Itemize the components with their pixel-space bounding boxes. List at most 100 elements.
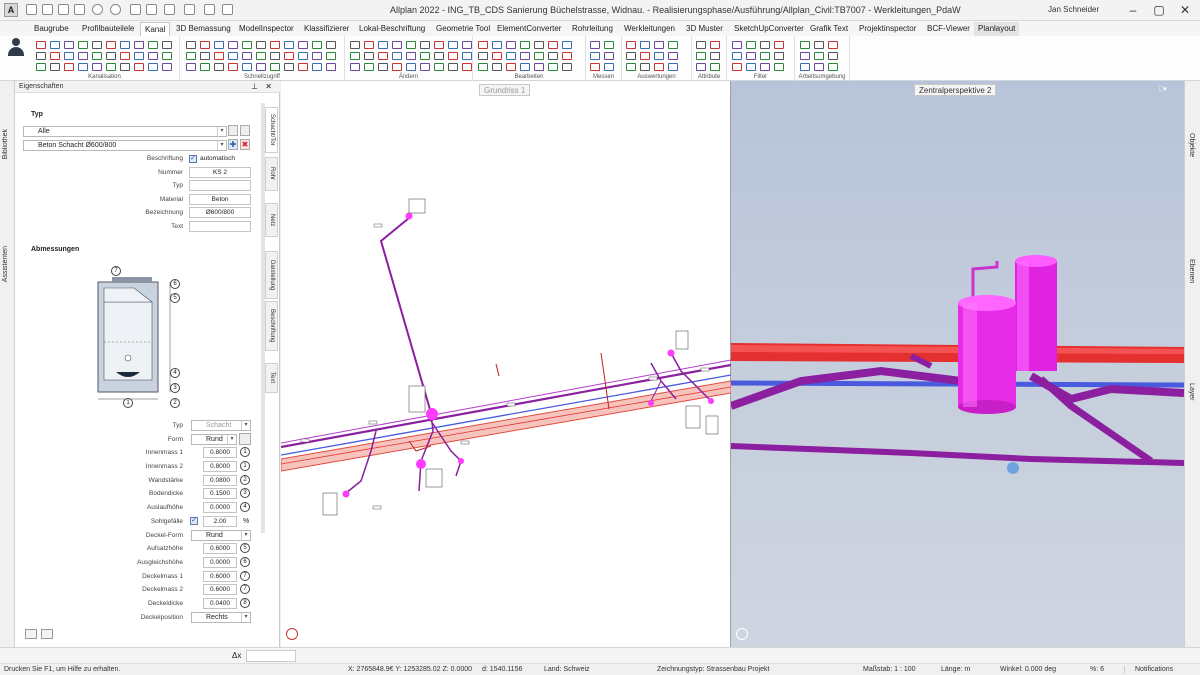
ribbon-tool-icon[interactable] xyxy=(520,41,530,49)
ribbon-tool-icon[interactable] xyxy=(548,52,558,60)
ribbon-tool-icon[interactable] xyxy=(392,63,402,71)
ribbon-tool-icon[interactable] xyxy=(696,63,706,71)
open-file-icon[interactable] xyxy=(42,4,53,15)
ribbon-tool-icon[interactable] xyxy=(654,63,664,71)
ribbon-tool-icon[interactable] xyxy=(760,41,770,49)
tab-sketchupconverter[interactable]: SketchUpConverter xyxy=(730,22,808,36)
favorites-open-icon[interactable] xyxy=(25,629,37,639)
ribbon-tool-icon[interactable] xyxy=(774,52,784,60)
viewport-grundriss[interactable]: Grundriss 1 xyxy=(281,81,731,647)
objects-tab[interactable]: Objekte xyxy=(1188,133,1195,157)
viewport-zentralperspektive[interactable]: Zentralperspektive 2 □▾ xyxy=(731,81,1184,647)
tab-lokal-beschriftung[interactable]: Lokal-Beschriftung xyxy=(355,22,429,36)
ribbon-tool-icon[interactable] xyxy=(696,52,706,60)
library-tab[interactable]: Bibliothek xyxy=(2,129,9,159)
ribbon-tool-icon[interactable] xyxy=(378,41,388,49)
beschriftung-checkbox[interactable]: ✓ xyxy=(189,155,197,163)
ribbon-tool-icon[interactable] xyxy=(710,63,720,71)
sohlgefaelle-checkbox[interactable]: ✓ xyxy=(190,517,198,525)
new-file-icon[interactable] xyxy=(26,4,37,15)
ribbon-tool-icon[interactable] xyxy=(350,63,360,71)
ribbon-tool-icon[interactable] xyxy=(36,63,46,71)
ribbon-tool-icon[interactable] xyxy=(256,63,266,71)
ribbon-tool-icon[interactable] xyxy=(814,52,824,60)
save-icon[interactable] xyxy=(58,4,69,15)
delete-type-icon[interactable]: ✖ xyxy=(240,139,250,150)
ribbon-tool-icon[interactable] xyxy=(534,52,544,60)
ribbon-tool-icon[interactable] xyxy=(134,52,144,60)
ribbon-tool-icon[interactable] xyxy=(120,52,130,60)
ribbon-tool-icon[interactable] xyxy=(800,41,810,49)
ribbon-tool-icon[interactable] xyxy=(534,41,544,49)
status-percent[interactable]: %: 6 xyxy=(1090,666,1104,673)
sohlgefaelle-field[interactable]: 2.00 xyxy=(203,516,237,527)
paste-icon[interactable] xyxy=(146,4,157,15)
ribbon-tool-icon[interactable] xyxy=(492,52,502,60)
ribbon-tool-icon[interactable] xyxy=(626,52,636,60)
favorite-save-icon[interactable] xyxy=(240,125,250,136)
ribbon-tool-icon[interactable] xyxy=(478,41,488,49)
user-name[interactable]: Jan Schneider xyxy=(1048,5,1099,14)
ribbon-tool-icon[interactable] xyxy=(774,41,784,49)
ribbon-tool-icon[interactable] xyxy=(828,63,838,71)
ribbon-tool-icon[interactable] xyxy=(462,52,472,60)
redo-icon[interactable] xyxy=(110,4,121,15)
layer-tab[interactable]: Layer xyxy=(1188,383,1195,401)
ribbon-tool-icon[interactable] xyxy=(626,41,636,49)
ribbon-tool-icon[interactable] xyxy=(462,63,472,71)
ribbon-tool-icon[interactable] xyxy=(284,41,294,49)
side-tab-netz[interactable]: Netz xyxy=(265,203,278,237)
status-winkel[interactable]: Winkel: 0.000 deg xyxy=(1000,666,1056,673)
deckelmass-2-field[interactable]: 0.6000 xyxy=(203,584,237,595)
innenmass-2-field[interactable]: 0.8000 xyxy=(203,461,237,472)
ribbon-tool-icon[interactable] xyxy=(420,63,430,71)
tools-icon[interactable] xyxy=(204,4,215,15)
ribbon-tool-icon[interactable] xyxy=(668,41,678,49)
tab-baugrube[interactable]: Baugrube xyxy=(30,22,73,36)
innenmass-1-field[interactable]: 0.8000 xyxy=(203,447,237,458)
ribbon-tool-icon[interactable] xyxy=(200,52,210,60)
side-tab-text[interactable]: Text xyxy=(265,363,278,393)
tab-werkleitungen[interactable]: Werkleitungen xyxy=(620,22,679,36)
ribbon-tool-icon[interactable] xyxy=(478,52,488,60)
ribbon-tool-icon[interactable] xyxy=(668,63,678,71)
ribbon-tool-icon[interactable] xyxy=(64,63,74,71)
add-type-icon[interactable]: ✚ xyxy=(228,139,238,150)
ribbon-tool-icon[interactable] xyxy=(228,63,238,71)
status-massstab[interactable]: Maßstab: 1 : 100 xyxy=(863,666,916,673)
ribbon-tool-icon[interactable] xyxy=(298,41,308,49)
ribbon-tool-icon[interactable] xyxy=(50,63,60,71)
ribbon-tool-icon[interactable] xyxy=(520,52,530,60)
ribbon-tool-icon[interactable] xyxy=(312,41,322,49)
ribbon-tool-icon[interactable] xyxy=(492,63,502,71)
tab-klassifizierer[interactable]: Klassifizierer xyxy=(300,22,353,36)
ribbon-tool-icon[interactable] xyxy=(50,41,60,49)
side-tab-beschriftung[interactable]: Beschriftung xyxy=(265,301,278,351)
ribbon-tool-icon[interactable] xyxy=(696,41,706,49)
ribbon-tool-icon[interactable] xyxy=(760,63,770,71)
ribbon-tool-icon[interactable] xyxy=(270,63,280,71)
ribbon-tool-icon[interactable] xyxy=(242,63,252,71)
customize-icon[interactable] xyxy=(222,4,233,15)
ribbon-tool-icon[interactable] xyxy=(800,63,810,71)
camera-icon[interactable] xyxy=(164,4,175,15)
ribbon-tool-icon[interactable] xyxy=(640,63,650,71)
ribbon-tool-icon[interactable] xyxy=(710,52,720,60)
nummer-field[interactable]: KS 2 xyxy=(189,167,251,178)
ribbon-tool-icon[interactable] xyxy=(256,52,266,60)
ribbon-tool-icon[interactable] xyxy=(746,52,756,60)
ribbon-tool-icon[interactable] xyxy=(228,41,238,49)
ribbon-tool-icon[interactable] xyxy=(378,63,388,71)
status-zeichnungstyp[interactable]: Zeichnungstyp: Strassenbau Projekt xyxy=(657,666,769,673)
ribbon-tool-icon[interactable] xyxy=(64,41,74,49)
ribbon-tool-icon[interactable] xyxy=(64,52,74,60)
typ-field[interactable] xyxy=(189,180,251,191)
ribbon-tool-icon[interactable] xyxy=(668,52,678,60)
bodendicke-field[interactable]: 0.1500 xyxy=(203,488,237,499)
ribbon-tool-icon[interactable] xyxy=(228,52,238,60)
ribbon-tool-icon[interactable] xyxy=(732,41,742,49)
ribbon-tool-icon[interactable] xyxy=(214,41,224,49)
ribbon-tool-icon[interactable] xyxy=(732,63,742,71)
ribbon-tool-icon[interactable] xyxy=(92,41,102,49)
side-tab-darstellung[interactable]: Darstellung xyxy=(265,251,278,299)
